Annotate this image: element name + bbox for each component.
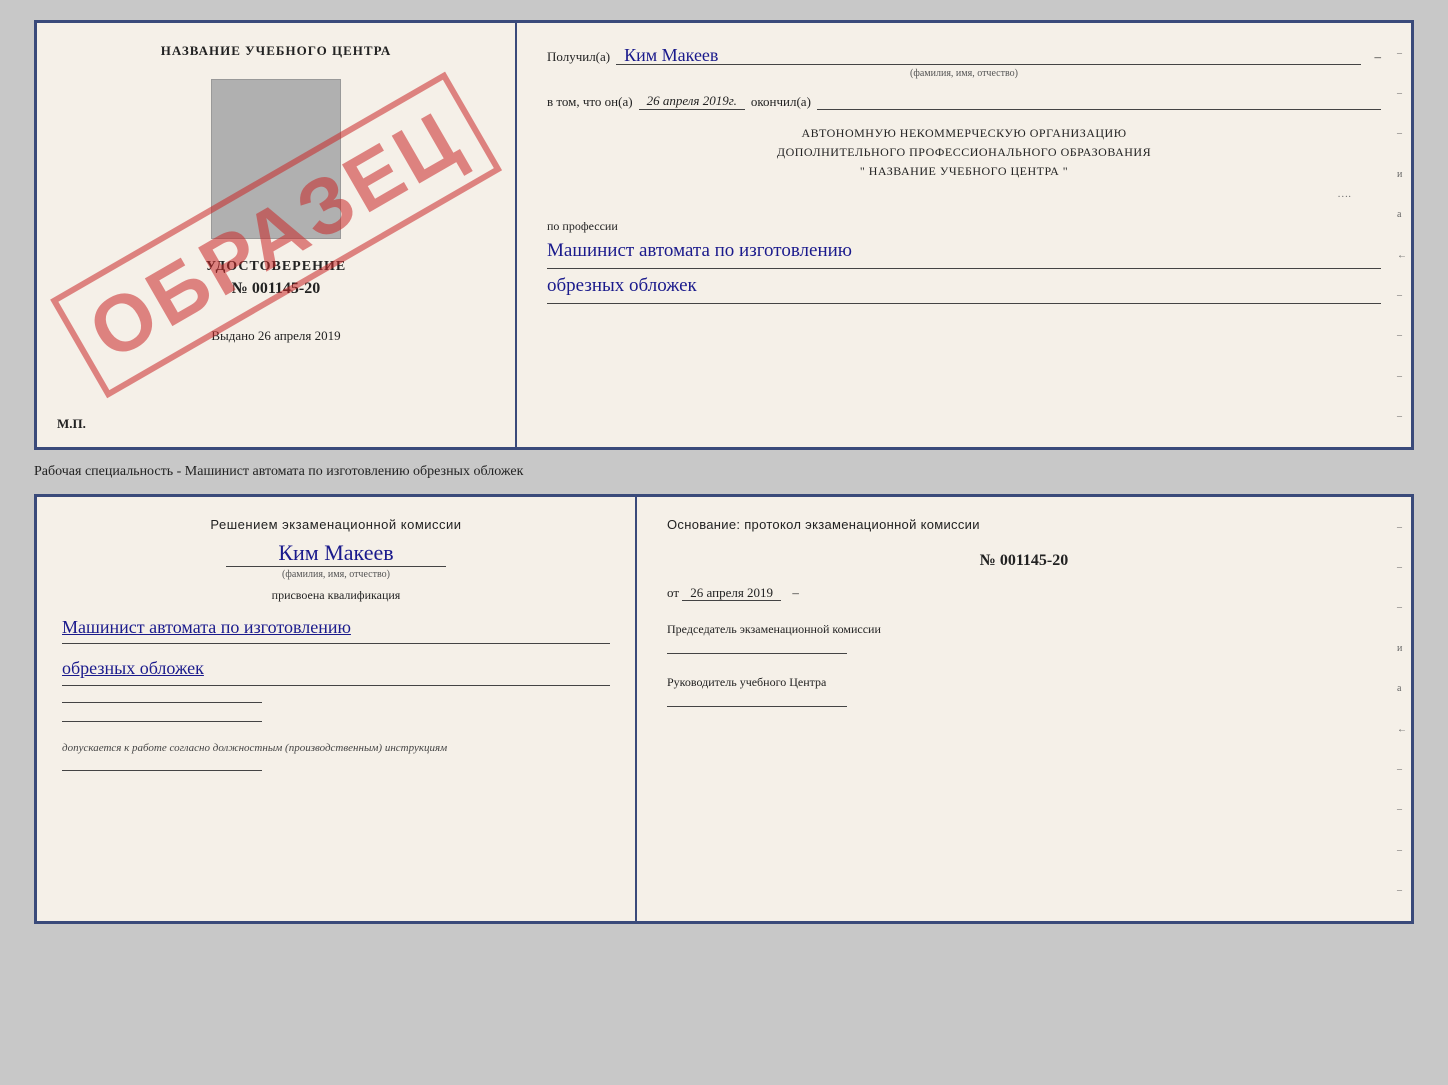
photo-placeholder <box>211 79 341 239</box>
cert-title: УДОСТОВЕРЕНИЕ <box>206 259 346 275</box>
komissia-title: Решением экзаменационной комиссии <box>62 517 610 532</box>
chairman-label: Председатель экзаменационной комиссии <box>667 621 1381 638</box>
cert-number: № 001145-20 <box>232 280 321 298</box>
sig-line-2 <box>62 721 262 722</box>
date-value: 26 апреля 2019г. <box>647 93 737 108</box>
finished-label: окончил(а) <box>751 94 811 110</box>
qualification-line2: обрезных обложек <box>62 652 610 685</box>
document-container: НАЗВАНИЕ УЧЕБНОГО ЦЕНТРА УДОСТОВЕРЕНИЕ №… <box>34 20 1414 924</box>
bottom-name: Ким Макеев <box>278 540 393 566</box>
руководитель-block: Руководитель учебного Центра <box>667 674 1381 707</box>
received-label: Получил(а) <box>547 49 610 65</box>
sig-line-1 <box>62 702 262 703</box>
protocol-date: от 26 апреля 2019 – <box>667 585 1381 601</box>
mp-label: М.П. <box>57 416 86 432</box>
profession-line1: Машинист автомата по изготовлению <box>547 234 1381 269</box>
name-subtext-top: (фамилия, имя, отчество) <box>547 68 1381 79</box>
руководитель-label: Руководитель учебного Центра <box>667 674 1381 691</box>
profession-line2: обрезных обложек <box>547 269 1381 304</box>
top-document: НАЗВАНИЕ УЧЕБНОГО ЦЕНТРА УДОСТОВЕРЕНИЕ №… <box>34 20 1414 450</box>
issued-label: Выдано <box>211 328 254 343</box>
top-doc-left: НАЗВАНИЕ УЧЕБНОГО ЦЕНТРА УДОСТОВЕРЕНИЕ №… <box>37 23 517 447</box>
protocol-number: № 001145-20 <box>667 552 1381 570</box>
assigned-text: присвоена квалификация <box>62 588 610 603</box>
received-name: Ким Макеев <box>624 45 718 66</box>
chairman-sig-line <box>667 653 847 654</box>
in-that-label: в том, что он(а) <box>547 94 633 110</box>
bottom-name-subtext: (фамилия, имя, отчество) <box>226 566 446 580</box>
protocol-date-prefix: от <box>667 585 679 600</box>
school-title-top: НАЗВАНИЕ УЧЕБНОГО ЦЕНТРА <box>161 43 392 59</box>
bottom-document: Решением экзаменационной комиссии Ким Ма… <box>34 494 1414 924</box>
bottom-doc-right: Основание: протокол экзаменационной коми… <box>637 497 1411 921</box>
chairman-block: Председатель экзаменационной комиссии <box>667 621 1381 654</box>
right-edge-marks-bottom: – – – и а ← – – – – <box>1393 497 1411 921</box>
separator-text: Рабочая специальность - Машинист автомат… <box>34 460 523 484</box>
protocol-date-value: 26 апреля 2019 <box>682 585 781 601</box>
руководитель-sig-line <box>667 706 847 707</box>
org-block: АВТОНОМНУЮ НЕКОММЕРЧЕСКУЮ ОРГАНИЗАЦИЮ ДО… <box>547 124 1381 182</box>
right-edge-marks-top: – – – и а ← – – – – <box>1393 23 1411 447</box>
top-doc-right: Получил(а) Ким Макеев – (фамилия, имя, о… <box>517 23 1411 447</box>
received-row: Получил(а) Ким Макеев – <box>547 43 1381 65</box>
org-line2: ДОПОЛНИТЕЛЬНОГО ПРОФЕССИОНАЛЬНОГО ОБРАЗО… <box>547 143 1381 162</box>
org-line3: " НАЗВАНИЕ УЧЕБНОГО ЦЕНТРА " <box>547 162 1381 181</box>
sig-line-3 <box>62 770 262 771</box>
profession-block: по профессии Машинист автомата по изгото… <box>547 219 1381 304</box>
допускается-text: допускается к работе согласно должностны… <box>62 742 610 754</box>
bottom-doc-left: Решением экзаменационной комиссии Ким Ма… <box>37 497 637 921</box>
cert-issued: Выдано 26 апреля 2019 <box>211 328 340 344</box>
in-that-row: в том, что он(а) 26 апреля 2019г. окончи… <box>547 93 1381 110</box>
basis-label: Основание: протокол экзаменационной коми… <box>667 517 1381 532</box>
profession-label: по профессии <box>547 219 1381 234</box>
org-line1: АВТОНОМНУЮ НЕКОММЕРЧЕСКУЮ ОРГАНИЗАЦИЮ <box>547 124 1381 143</box>
qualification-line1: Машинист автомата по изготовлению <box>62 611 610 644</box>
issued-date: 26 апреля 2019 <box>258 328 341 343</box>
